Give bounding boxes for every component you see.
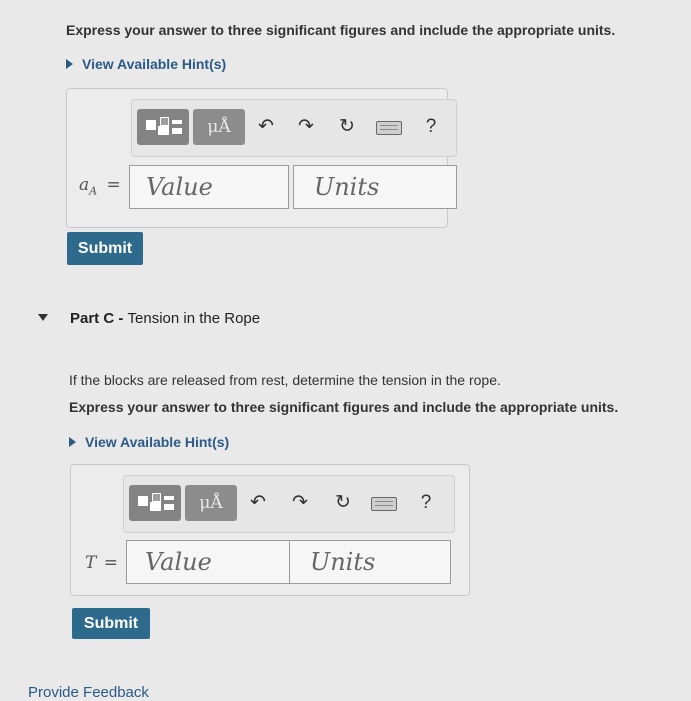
redo-icon[interactable]: ↷: [295, 117, 317, 137]
hint-label: View Available Hint(s): [85, 434, 230, 450]
variable-label: aA =: [79, 175, 121, 197]
variable-subscript: A: [89, 184, 98, 198]
undo-icon[interactable]: ↶: [255, 117, 277, 137]
value-input[interactable]: Value: [129, 165, 289, 209]
units-icon[interactable]: μÅ: [185, 485, 237, 521]
provide-feedback-link[interactable]: Provide Feedback: [28, 684, 149, 701]
part-b-submit-button[interactable]: Submit: [67, 232, 143, 265]
expand-triangle-icon: [66, 59, 73, 70]
math-toolbar: μÅ ↶ ↷ ↻ ?: [123, 475, 455, 533]
help-icon[interactable]: ?: [420, 117, 442, 137]
part-b-hint-link[interactable]: View Available Hint(s): [66, 56, 226, 72]
value-input[interactable]: Value: [126, 540, 292, 584]
part-b-answer-box: μÅ ↶ ↷ ↻ ? aA = Value Units: [66, 88, 457, 228]
reset-icon[interactable]: ↻: [332, 493, 354, 513]
part-b-instruction: Express your answer to three significant…: [66, 22, 616, 38]
keyboard-icon[interactable]: [371, 497, 397, 511]
units-icon[interactable]: μÅ: [193, 109, 245, 145]
part-c-label: Part C: [70, 310, 115, 327]
variable-main: a: [79, 175, 90, 195]
expand-triangle-icon: [69, 437, 76, 448]
hint-label: View Available Hint(s): [82, 56, 227, 72]
templates-icon[interactable]: [137, 109, 189, 145]
collapse-triangle-icon[interactable]: [38, 314, 48, 321]
variable-main: T: [85, 553, 97, 573]
variable-label: T =: [85, 553, 118, 573]
help-icon[interactable]: ?: [415, 493, 437, 513]
templates-icon[interactable]: [129, 485, 181, 521]
part-c-title: Tension in the Rope: [127, 310, 261, 327]
math-toolbar: μÅ ↶ ↷ ↻ ?: [131, 99, 457, 157]
part-c-answer-box: μÅ ↶ ↷ ↻ ? T = Value Units: [70, 464, 470, 596]
redo-icon[interactable]: ↷: [289, 493, 311, 513]
units-input[interactable]: Units: [293, 165, 457, 209]
part-c-separator: -: [114, 310, 128, 327]
keyboard-icon[interactable]: [376, 121, 402, 135]
undo-icon[interactable]: ↶: [247, 493, 269, 513]
part-c-instruction: Express your answer to three significant…: [69, 399, 619, 415]
part-c-hint-link[interactable]: View Available Hint(s): [69, 434, 229, 450]
part-c-submit-button[interactable]: Submit: [72, 608, 150, 639]
part-c-question: If the blocks are released from rest, de…: [69, 372, 501, 388]
units-input[interactable]: Units: [289, 540, 451, 584]
reset-icon[interactable]: ↻: [336, 117, 358, 137]
equals-sign: =: [106, 175, 121, 195]
equals-sign: =: [103, 553, 118, 573]
part-c-header[interactable]: Part C - Tension in the Rope: [70, 310, 260, 327]
